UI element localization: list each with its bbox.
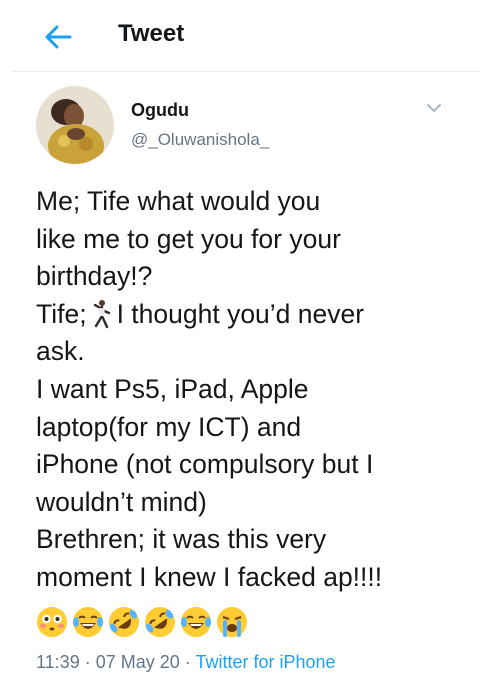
tweet-line: iPhone (not compulsory but I (36, 449, 374, 480)
user-handle[interactable]: @_Oluwanishola_ (131, 130, 269, 150)
dancer-icon (93, 299, 110, 328)
tweet-time: 11:39 (36, 652, 80, 672)
flushed-face-icon (37, 607, 67, 637)
header-divider (12, 71, 480, 72)
rolling-laughing-face-icon (145, 607, 175, 637)
tweet-line: laptop(for my ICT) and (36, 411, 302, 442)
tweet-source-link[interactable]: Twitter for iPhone (195, 652, 335, 672)
tweet-line-suffix: I thought you’d never (116, 298, 365, 329)
tweet-line: like me to get you for your (36, 223, 341, 254)
tweet-line: I want Ps5, iPad, Apple (36, 373, 309, 404)
avatar-image (36, 86, 114, 164)
crying-face-icon (217, 607, 247, 637)
tweet-line-prefix: Tife; (36, 298, 87, 329)
rolling-laughing-face-icon (109, 607, 139, 637)
avatar[interactable] (36, 86, 114, 164)
joy-face-icon (73, 607, 103, 637)
tweet-line: wouldn’t mind) (36, 486, 207, 517)
tweet-date[interactable]: 07 May 20 (96, 652, 180, 672)
tweet-line: Brethren; it was this very (36, 524, 327, 555)
joy-face-icon (181, 607, 211, 637)
tweet-line: moment I knew I facked ap!!!! (36, 561, 383, 592)
tweet-line: ask. (36, 336, 85, 367)
tweet-line: birthday!? (36, 261, 153, 292)
page-title: Tweet (118, 20, 185, 47)
emoji-row (36, 606, 248, 640)
back-arrow-icon[interactable] (42, 22, 74, 52)
meta-separator: · (179, 652, 196, 672)
meta-separator: · (79, 652, 96, 672)
tweet-line: Tife; I thought you’d never (36, 296, 466, 334)
tweet-line: Me; Tife what would you (36, 186, 321, 216)
tweet-meta: 11:39 · 07 May 20 · Twitter for iPhone (36, 652, 336, 673)
tweet-text: Me; Tife what would you like me to get y… (36, 183, 466, 597)
display-name[interactable]: Ogudu (131, 100, 189, 121)
chevron-down-icon[interactable] (425, 102, 443, 114)
top-bar: Tweet (0, 0, 480, 72)
